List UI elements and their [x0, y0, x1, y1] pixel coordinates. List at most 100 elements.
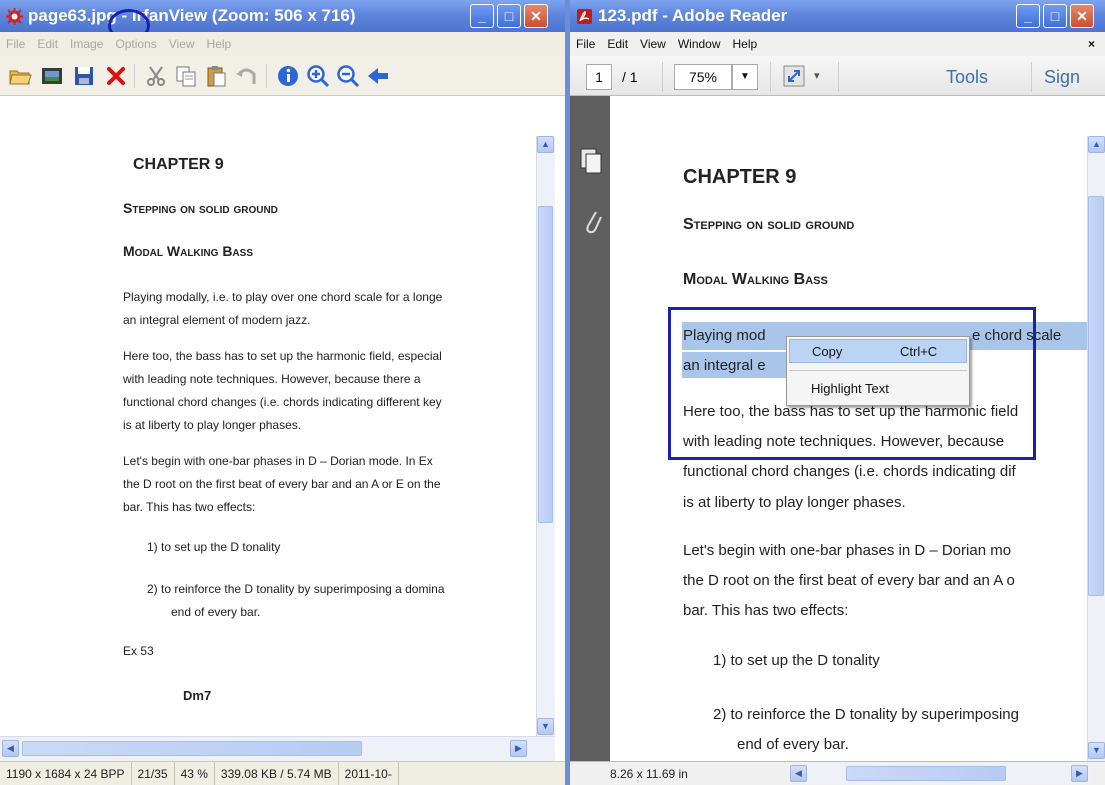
close-button[interactable]: ✕ [524, 4, 548, 28]
horizontal-scroll-thumb[interactable] [22, 741, 362, 756]
menu-edit[interactable]: Edit [37, 37, 58, 51]
status-dimensions: 1190 x 1684 x 24 BPP [0, 762, 132, 785]
zoom-input[interactable]: 75% [674, 64, 732, 90]
zoom-in-icon[interactable] [306, 64, 330, 88]
page-text-line: Let's begin with one-bar phases in D – D… [123, 454, 433, 468]
page-text-line: an integral element of modern jazz. [123, 313, 311, 327]
page-text-line: end of every bar. [171, 605, 261, 619]
page-list-item: 2) to reinforce the D tonality by superi… [147, 582, 445, 596]
menu-edit[interactable]: Edit [607, 37, 628, 51]
info-icon[interactable] [276, 64, 300, 88]
delete-icon[interactable] [104, 64, 128, 88]
irfanview-titlebar[interactable]: page63.jpg - IrfanView (Zoom: 506 x 716)… [0, 0, 565, 32]
cut-icon[interactable] [144, 64, 168, 88]
zoom-dropdown-chevron-icon[interactable]: ▼ [732, 64, 758, 90]
page-text-line: is at liberty to play longer phases. [123, 418, 302, 432]
fit-page-icon[interactable] [782, 64, 806, 88]
page-text-line: functional chord changes (i.e. chords in… [123, 395, 442, 409]
page-text-line[interactable]: Let's begin with one-bar phases in D – D… [683, 542, 1011, 559]
minimize-button[interactable]: _ [1016, 4, 1040, 28]
page-text-line: Playing modally, i.e. to play over one c… [123, 290, 443, 304]
scroll-right-button[interactable]: ▶ [1071, 765, 1088, 782]
maximize-button[interactable]: □ [497, 4, 521, 28]
undo-icon[interactable] [234, 64, 258, 88]
slideshow-icon[interactable] [40, 64, 64, 88]
scroll-up-button[interactable]: ▲ [1088, 136, 1105, 153]
status-file-index: 21/35 [132, 762, 175, 785]
page-subtitle: Stepping on solid ground [123, 200, 278, 216]
scroll-down-button[interactable]: ▼ [1088, 742, 1105, 759]
minimize-button[interactable]: _ [470, 4, 494, 28]
page-list-item[interactable]: 2) to reinforce the D tonality by superi… [713, 706, 1019, 723]
irfanview-vertical-scrollbar[interactable]: ▲ ▼ [536, 136, 555, 736]
page-number-input[interactable]: 1 [586, 64, 612, 90]
close-button[interactable]: ✕ [1070, 4, 1094, 28]
menu-view[interactable]: View [169, 37, 195, 51]
irfanview-image-view: CHAPTER 9 Stepping on solid ground Modal… [0, 96, 536, 736]
scroll-thumb[interactable] [1088, 196, 1104, 596]
reader-titlebar[interactable]: 123.pdf - Adobe Reader _ □ ✕ [570, 0, 1105, 32]
maximize-button[interactable]: □ [1043, 4, 1067, 28]
menu-window[interactable]: Window [678, 37, 721, 51]
irfanview-page: CHAPTER 9 Stepping on solid ground Modal… [0, 96, 536, 736]
page-list-item[interactable]: 1) to set up the D tonality [713, 652, 880, 669]
page-text-line[interactable]: end of every bar. [737, 736, 849, 753]
page-chord-symbol: Dm7 [183, 688, 212, 703]
reader-toolbar: 1 / 1 75% ▼ ▾ Tools Sign [570, 56, 1105, 96]
page-subtitle: Stepping on solid ground [683, 216, 855, 233]
reader-menubar: File Edit View Window Help × [570, 32, 1105, 56]
status-file-size: 339.08 KB / 5.74 MB [215, 762, 339, 785]
menu-help[interactable]: Help [207, 37, 232, 51]
page-text-line: with leading note techniques. However, b… [123, 372, 421, 386]
irfanview-menubar: File Edit Image Options View Help [0, 32, 565, 56]
page-list-item: 1) to set up the D tonality [147, 540, 281, 554]
irfanview-toolbar [0, 56, 565, 96]
status-page-size: 8.26 x 11.69 in [610, 767, 688, 781]
page-text-line[interactable]: bar. This has two effects: [683, 602, 848, 619]
annotation-rectangle [668, 307, 1036, 460]
page-chapter-heading: CHAPTER 9 [683, 166, 797, 188]
irfanview-horizontal-scrollbar[interactable]: ◀ ▶ [0, 736, 555, 761]
paste-icon[interactable] [204, 64, 228, 88]
reader-title: 123.pdf - Adobe Reader [598, 6, 788, 25]
menu-close-document[interactable]: × [1088, 32, 1095, 56]
tools-button[interactable]: Tools [946, 64, 988, 90]
page-text-line: bar. This has two effects: [123, 500, 256, 514]
reader-horizontal-scrollbar[interactable]: ◀ ▶ [790, 764, 1090, 784]
menu-view[interactable]: View [640, 37, 666, 51]
pages-thumbnail-icon[interactable] [580, 148, 602, 174]
scroll-right-button[interactable]: ▶ [510, 740, 527, 757]
menu-file[interactable]: File [576, 37, 595, 51]
scroll-left-button[interactable]: ◀ [790, 765, 807, 782]
scroll-up-button[interactable]: ▲ [537, 136, 554, 153]
toolbar-options-chevron-icon[interactable]: ▾ [814, 69, 820, 82]
page-text-line[interactable]: is at liberty to play longer phases. [683, 494, 906, 511]
copy-icon[interactable] [174, 64, 198, 88]
menu-options[interactable]: Options [115, 37, 156, 51]
open-folder-icon[interactable] [8, 64, 32, 88]
title-zoom-info: - IrfanView (Zoom: 506 x 716) [116, 6, 356, 25]
scroll-left-button[interactable]: ◀ [2, 740, 19, 757]
back-arrow-icon[interactable] [366, 64, 390, 88]
scroll-down-button[interactable]: ▼ [537, 718, 554, 735]
zoom-out-icon[interactable] [336, 64, 360, 88]
menu-file[interactable]: File [6, 37, 25, 51]
page-text-line[interactable]: the D root on the first beat of every ba… [683, 572, 1015, 589]
adobe-reader-app-icon [577, 9, 592, 24]
page-example-label: Ex 53 [123, 644, 154, 658]
status-zoom: 43 % [175, 762, 215, 785]
reader-vertical-scrollbar[interactable]: ▲ ▼ [1087, 136, 1105, 761]
horizontal-scroll-thumb[interactable] [846, 766, 1006, 781]
page-text-line[interactable]: functional chord changes (i.e. chords in… [683, 463, 1016, 480]
attachments-paperclip-icon[interactable] [582, 206, 602, 234]
page-section-heading: Modal Walking Bass [123, 243, 253, 259]
scroll-thumb[interactable] [538, 206, 553, 523]
page-chapter-heading: CHAPTER 9 [133, 156, 224, 173]
menu-help[interactable]: Help [733, 37, 758, 51]
menu-image[interactable]: Image [70, 37, 103, 51]
page-text-line: the D root on the first beat of every ba… [123, 477, 441, 491]
status-date: 2011-10- [339, 762, 399, 785]
save-icon[interactable] [72, 64, 96, 88]
sign-button[interactable]: Sign [1044, 64, 1080, 90]
irfanview-title: page63.jpg - IrfanView (Zoom: 506 x 716) [28, 0, 356, 32]
